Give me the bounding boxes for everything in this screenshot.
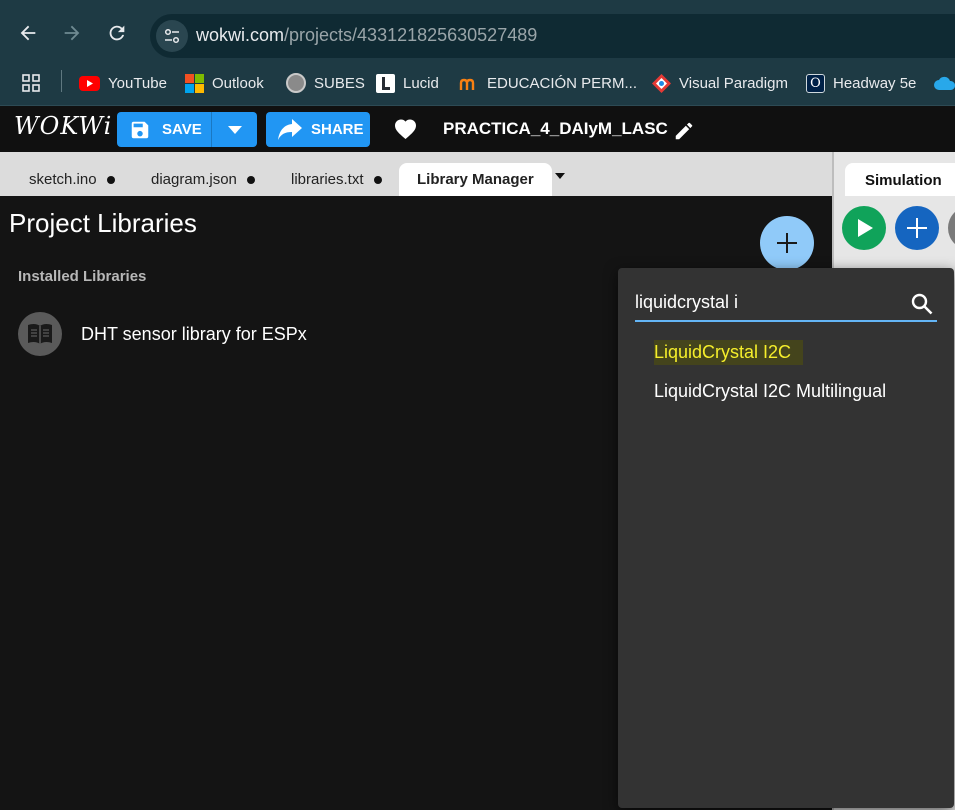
save-button[interactable]: SAVE bbox=[117, 112, 257, 147]
save-divider bbox=[211, 112, 212, 147]
save-dropdown-button[interactable] bbox=[223, 112, 257, 147]
bookmark-lucid[interactable]: Lucid bbox=[376, 71, 439, 95]
save-label: SAVE bbox=[162, 121, 202, 138]
heart-icon[interactable] bbox=[393, 118, 418, 145]
bookmark-label: Outlook bbox=[212, 74, 264, 92]
caret-down-icon bbox=[228, 126, 242, 134]
back-arrow-icon[interactable] bbox=[15, 22, 41, 48]
tab-libraries-txt[interactable]: libraries.txt bbox=[277, 163, 396, 196]
plus-icon bbox=[777, 233, 797, 253]
search-result-item[interactable]: LiquidCrystal I2C bbox=[654, 340, 804, 365]
tab-sketch-ino[interactable]: sketch.ino bbox=[15, 163, 129, 196]
play-button[interactable] bbox=[842, 206, 886, 250]
add-part-button[interactable] bbox=[895, 206, 939, 250]
onedrive-icon[interactable] bbox=[933, 71, 955, 95]
bookmark-educacion[interactable]: EDUCACIÓN PERM... bbox=[459, 71, 637, 95]
bookmark-label: Visual Paradigm bbox=[679, 74, 788, 92]
library-search-input[interactable] bbox=[635, 288, 937, 322]
visual-paradigm-icon bbox=[652, 73, 671, 93]
bookmark-label: Lucid bbox=[403, 74, 439, 92]
project-title[interactable]: PRACTICA_4_DAIyM_LASC bbox=[443, 119, 668, 139]
tabs-menu-caret-icon[interactable] bbox=[555, 173, 565, 179]
search-result-item[interactable]: LiquidCrystal I2C Multilingual bbox=[654, 381, 886, 402]
url-text: wokwi.com/projects/433121825630527489 bbox=[196, 25, 538, 45]
tab-label: libraries.txt bbox=[291, 171, 364, 188]
lucid-icon bbox=[376, 73, 395, 93]
oxford-icon: O bbox=[806, 73, 825, 93]
apps-grid-icon[interactable] bbox=[22, 71, 40, 95]
share-arrow-icon bbox=[278, 119, 302, 140]
share-label: SHARE bbox=[311, 121, 364, 138]
bookmark-visual-paradigm[interactable]: Visual Paradigm bbox=[652, 71, 788, 95]
bookmark-outlook[interactable]: Outlook bbox=[185, 71, 264, 95]
book-icon bbox=[18, 312, 62, 356]
plus-icon bbox=[907, 218, 927, 238]
unsaved-dot-icon bbox=[106, 175, 115, 184]
bookmarks-bar: YouTube Outlook SUBES Lucid EDUCACIÓN PE… bbox=[0, 62, 955, 106]
more-sim-button[interactable] bbox=[948, 206, 955, 250]
search-icon[interactable] bbox=[910, 292, 934, 321]
reload-icon[interactable] bbox=[104, 22, 130, 48]
microsoft-icon bbox=[185, 73, 204, 93]
unsaved-dot-icon bbox=[373, 175, 382, 184]
bookmark-youtube[interactable]: YouTube bbox=[79, 71, 167, 95]
library-search-popup: LiquidCrystal I2C LiquidCrystal I2C Mult… bbox=[618, 268, 954, 808]
moodle-icon bbox=[459, 75, 479, 91]
unsaved-dot-icon bbox=[246, 175, 255, 184]
pencil-edit-icon[interactable] bbox=[673, 120, 695, 147]
list-item[interactable]: DHT sensor library for ESPx bbox=[18, 310, 518, 358]
app-header: WOKWi SAVE SHARE PRACTICA_4_DAIyM_LASC bbox=[0, 106, 955, 152]
tab-label: Library Manager bbox=[417, 171, 534, 188]
add-library-button[interactable] bbox=[760, 216, 814, 270]
bookmark-label: SUBES bbox=[314, 74, 365, 92]
share-button[interactable]: SHARE bbox=[266, 112, 370, 147]
save-disk-icon bbox=[131, 121, 149, 139]
page-title: Project Libraries bbox=[9, 208, 197, 238]
play-icon bbox=[858, 219, 873, 237]
address-bar[interactable]: wokwi.com/projects/433121825630527489 bbox=[150, 14, 955, 58]
forward-arrow-icon[interactable] bbox=[59, 22, 85, 48]
editor-tabs: sketch.ino diagram.json libraries.txt Li… bbox=[0, 152, 832, 196]
youtube-icon bbox=[79, 75, 100, 91]
tab-label: diagram.json bbox=[151, 171, 237, 188]
site-settings-icon[interactable] bbox=[156, 20, 188, 52]
browser-toolbar: wokwi.com/projects/433121825630527489 bbox=[0, 0, 955, 62]
installed-libraries-label: Installed Libraries bbox=[18, 268, 147, 285]
bookmark-subes[interactable]: SUBES bbox=[286, 71, 365, 95]
wokwi-logo[interactable]: WOKWi bbox=[14, 112, 112, 140]
bookmarks-divider bbox=[61, 70, 62, 92]
bookmark-headway[interactable]: O Headway 5e bbox=[806, 71, 916, 95]
tab-label: sketch.ino bbox=[29, 171, 97, 188]
seal-icon bbox=[286, 73, 306, 93]
bookmark-label: EDUCACIÓN PERM... bbox=[487, 74, 638, 92]
tab-simulation[interactable]: Simulation bbox=[845, 163, 955, 196]
tab-library-manager[interactable]: Library Manager bbox=[399, 163, 552, 196]
tab-diagram-json[interactable]: diagram.json bbox=[137, 163, 269, 196]
bookmark-label: Headway 5e bbox=[833, 74, 917, 92]
library-name: DHT sensor library for ESPx bbox=[81, 324, 307, 344]
bookmark-label: YouTube bbox=[108, 74, 167, 92]
